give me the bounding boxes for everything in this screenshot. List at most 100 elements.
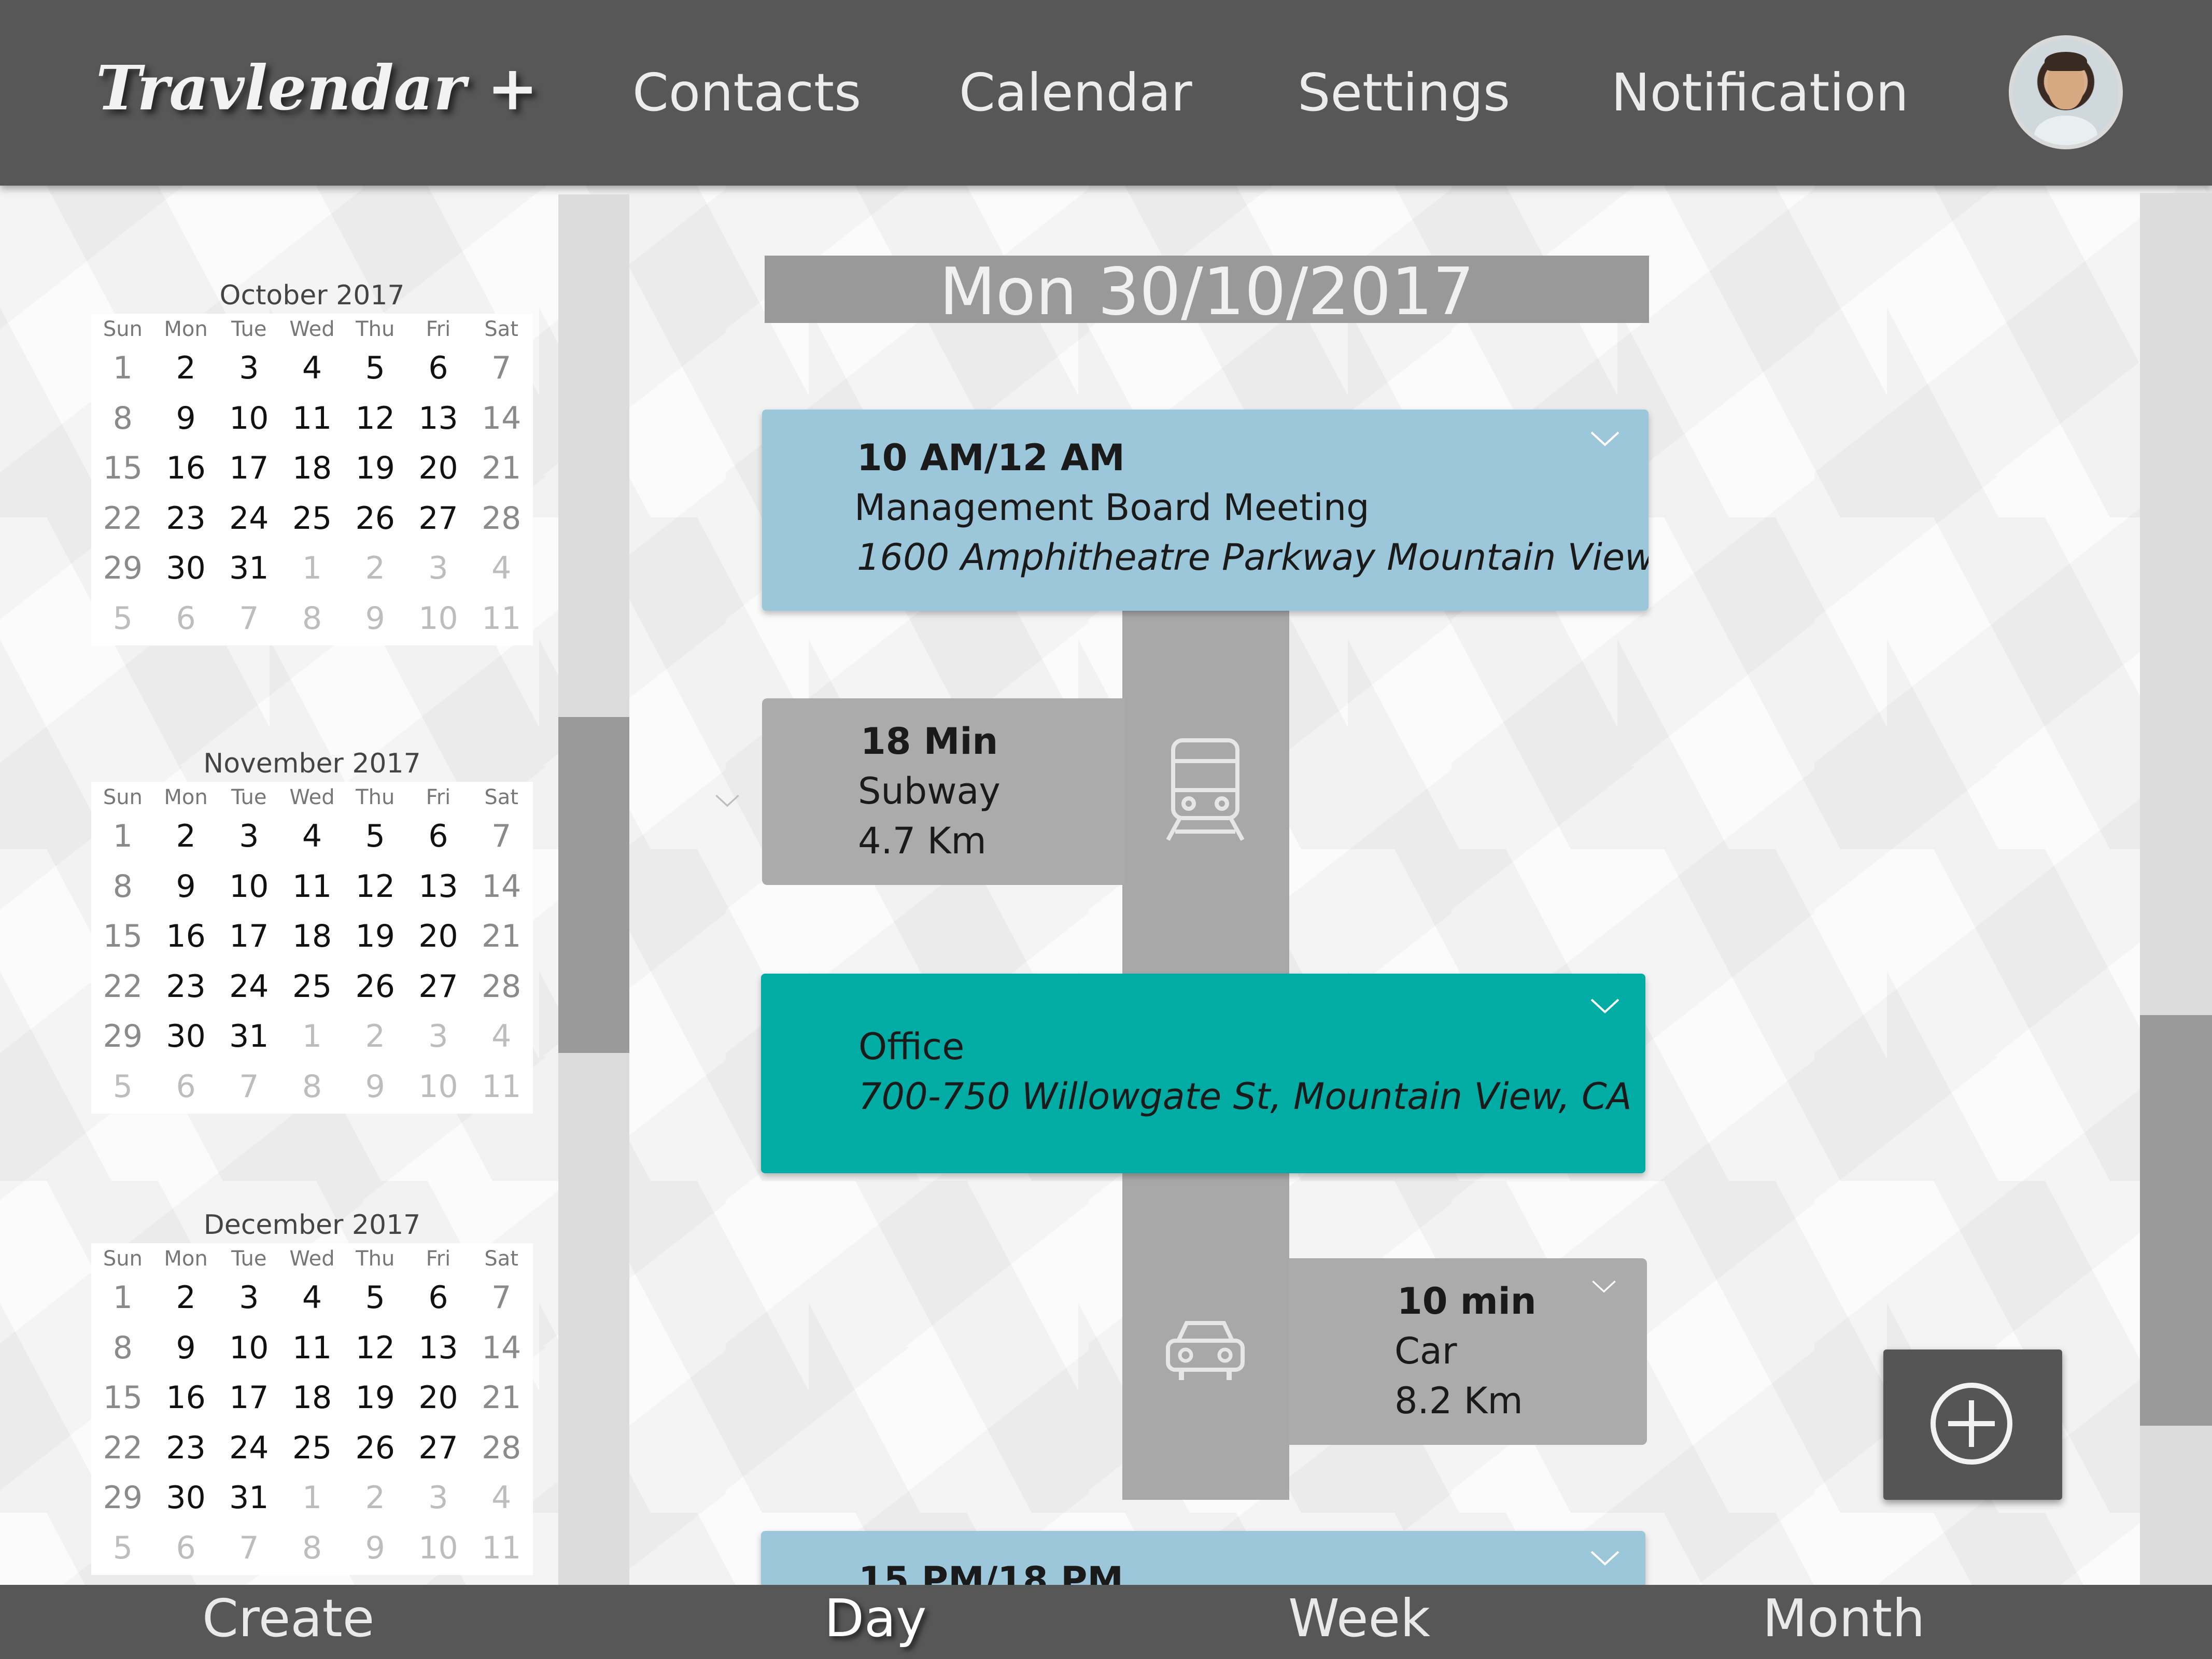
calendar-day[interactable]: 11: [470, 600, 533, 637]
calendar-day[interactable]: 24: [217, 1430, 280, 1466]
calendar-day[interactable]: 12: [344, 1330, 407, 1366]
calendar-day[interactable]: 19: [344, 1380, 407, 1416]
calendar-day[interactable]: 29: [91, 1018, 154, 1055]
nav-notification[interactable]: Notification: [1611, 62, 1909, 123]
calendar-day[interactable]: 1: [280, 1480, 344, 1516]
calendar-day[interactable]: 11: [470, 1068, 533, 1105]
calendar-day[interactable]: 2: [154, 350, 218, 386]
calendar-day[interactable]: 29: [91, 1480, 154, 1516]
calendar-day[interactable]: 18: [280, 918, 344, 954]
calendar-day[interactable]: 23: [154, 500, 218, 537]
calendar-day[interactable]: 10: [217, 400, 280, 437]
calendar-day[interactable]: 27: [407, 968, 470, 1005]
calendar-day[interactable]: 22: [91, 1430, 154, 1466]
calendar-day[interactable]: 11: [280, 1330, 344, 1366]
calendar-day[interactable]: 2: [344, 1018, 407, 1055]
calendar-day[interactable]: 8: [280, 1068, 344, 1105]
calendar-day[interactable]: 5: [91, 600, 154, 637]
chevron-down-icon[interactable]: [1591, 1279, 1617, 1295]
calendar-day[interactable]: 5: [91, 1530, 154, 1566]
calendar-day[interactable]: 9: [154, 1330, 218, 1366]
calendar-day[interactable]: 8: [280, 600, 344, 637]
calendar-day[interactable]: 10: [407, 1530, 470, 1566]
calendar-day[interactable]: 16: [154, 918, 218, 954]
calendar-day[interactable]: 7: [217, 1530, 280, 1566]
calendar-day[interactable]: 3: [217, 818, 280, 854]
app-logo[interactable]: Travlendar +: [96, 52, 538, 124]
calendar-day[interactable]: 21: [470, 450, 533, 486]
calendar-day[interactable]: 19: [344, 450, 407, 486]
calendar-day[interactable]: 12: [344, 868, 407, 905]
calendar-day[interactable]: 3: [407, 1018, 470, 1055]
chevron-down-icon[interactable]: [714, 793, 740, 809]
calendar-day[interactable]: 26: [344, 1430, 407, 1466]
event-card[interactable]: 10 AM/12 AM Management Board Meeting 160…: [762, 410, 1649, 611]
calendar-day[interactable]: 29: [91, 550, 154, 586]
calendar-day[interactable]: 18: [280, 1380, 344, 1416]
tab-create[interactable]: Create: [202, 1588, 374, 1649]
calendar-day[interactable]: 26: [344, 968, 407, 1005]
calendar-day[interactable]: 27: [407, 1430, 470, 1466]
calendar-day[interactable]: 3: [407, 1480, 470, 1516]
nav-settings[interactable]: Settings: [1298, 62, 1510, 123]
calendar-day[interactable]: 1: [91, 818, 154, 854]
calendar-day[interactable]: 9: [344, 1068, 407, 1105]
chevron-down-icon[interactable]: [1589, 430, 1621, 448]
calendar-day[interactable]: 16: [154, 450, 218, 486]
calendar-day[interactable]: 14: [470, 868, 533, 905]
tab-week[interactable]: Week: [1288, 1588, 1430, 1649]
calendar-day[interactable]: 9: [154, 868, 218, 905]
calendar-day[interactable]: 20: [407, 918, 470, 954]
sidebar-scrollbar-thumb[interactable]: [558, 717, 629, 1053]
calendar-day[interactable]: 26: [344, 500, 407, 537]
calendar-day[interactable]: 10: [217, 868, 280, 905]
calendar-day[interactable]: 23: [154, 968, 218, 1005]
calendar-day[interactable]: 17: [217, 450, 280, 486]
calendar-day[interactable]: 30: [154, 1480, 218, 1516]
calendar-day[interactable]: 30: [154, 1018, 218, 1055]
calendar-day[interactable]: 10: [407, 1068, 470, 1105]
calendar-day[interactable]: 21: [470, 1380, 533, 1416]
calendar-day[interactable]: 1: [280, 1018, 344, 1055]
calendar-day[interactable]: 28: [470, 1430, 533, 1466]
calendar-day[interactable]: 14: [470, 400, 533, 437]
calendar-day[interactable]: 4: [280, 1280, 344, 1316]
day-scrollbar-thumb[interactable]: [2140, 1015, 2212, 1426]
calendar-day[interactable]: 22: [91, 500, 154, 537]
calendar-day[interactable]: 9: [344, 600, 407, 637]
calendar-day[interactable]: 16: [154, 1380, 218, 1416]
calendar-day[interactable]: 22: [91, 968, 154, 1005]
calendar-day[interactable]: 10: [217, 1330, 280, 1366]
calendar-day[interactable]: 11: [280, 868, 344, 905]
calendar-day[interactable]: 18: [280, 450, 344, 486]
calendar-day[interactable]: 9: [154, 400, 218, 437]
calendar-day[interactable]: 9: [344, 1530, 407, 1566]
calendar-day[interactable]: 4: [280, 350, 344, 386]
calendar-day[interactable]: 7: [217, 1068, 280, 1105]
travel-card[interactable]: 10 min Car 8.2 Km: [1289, 1258, 1647, 1445]
calendar-day[interactable]: 24: [217, 500, 280, 537]
calendar-day[interactable]: 25: [280, 500, 344, 537]
calendar-day[interactable]: 6: [154, 1530, 218, 1566]
chevron-down-icon[interactable]: [1589, 1550, 1621, 1567]
calendar-day[interactable]: 7: [217, 600, 280, 637]
calendar-day[interactable]: 17: [217, 918, 280, 954]
calendar-day[interactable]: 28: [470, 500, 533, 537]
calendar-day[interactable]: 3: [217, 350, 280, 386]
calendar-day[interactable]: 11: [470, 1530, 533, 1566]
calendar-day[interactable]: 8: [91, 400, 154, 437]
calendar-day[interactable]: 10: [407, 600, 470, 637]
calendar-day[interactable]: 2: [344, 550, 407, 586]
calendar-day[interactable]: 4: [470, 1480, 533, 1516]
calendar-day[interactable]: 6: [407, 818, 470, 854]
tab-month[interactable]: Month: [1763, 1588, 1925, 1649]
calendar-day[interactable]: 31: [217, 1018, 280, 1055]
calendar-day[interactable]: 1: [91, 350, 154, 386]
calendar-day[interactable]: 31: [217, 550, 280, 586]
calendar-day[interactable]: 14: [470, 1330, 533, 1366]
calendar-day[interactable]: 25: [280, 1430, 344, 1466]
calendar-day[interactable]: 15: [91, 918, 154, 954]
calendar-day[interactable]: 3: [217, 1280, 280, 1316]
calendar-day[interactable]: 6: [407, 350, 470, 386]
calendar-day[interactable]: 8: [91, 1330, 154, 1366]
